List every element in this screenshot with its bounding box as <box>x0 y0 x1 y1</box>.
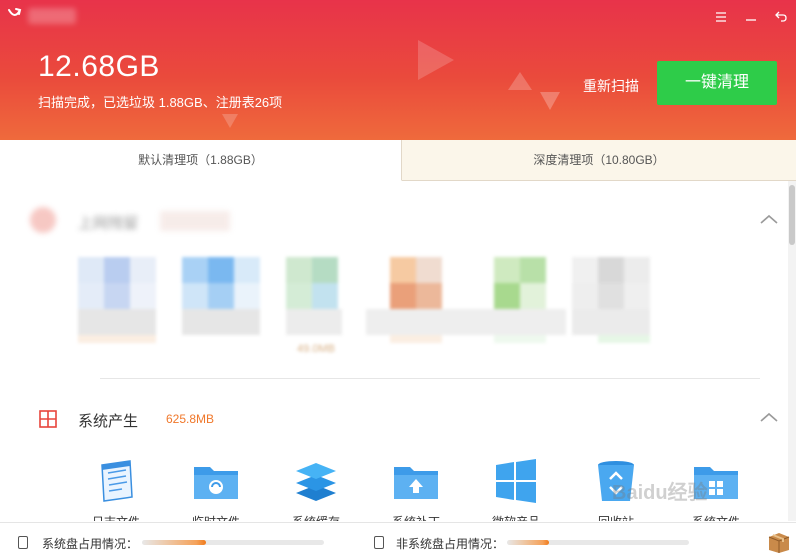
baidu-watermark: Baidu经验 <box>612 482 708 504</box>
window-controls <box>706 4 796 30</box>
blurred-item <box>78 257 158 361</box>
folder-icon <box>192 457 240 505</box>
blurred-item <box>182 257 262 361</box>
vertical-scrollbar[interactable] <box>788 181 796 521</box>
app-logo-icon <box>6 6 24 24</box>
item-label: 系统缓存 <box>266 513 366 521</box>
section-size: 625.8MB <box>166 412 215 426</box>
box-icon[interactable] <box>767 530 791 554</box>
rescan-link[interactable]: 重新扫描 <box>583 76 639 96</box>
clean-items-panel: 上网残留 49.0MB 系统产生 625.8MB <box>0 181 788 521</box>
item-label: 临时文件 <box>166 513 266 521</box>
layers-icon <box>292 457 340 505</box>
section-size-blurred <box>160 211 230 231</box>
collapse-chevron-icon[interactable] <box>758 409 780 427</box>
tab-deep-clean[interactable]: 深度清理项（10.80GB） <box>402 140 796 181</box>
system-disk-label: 系统盘占用情况： <box>42 537 139 551</box>
blurred-item: 49.0MB <box>286 257 366 361</box>
item-microsoft-products[interactable]: 微软产品 <box>466 455 566 521</box>
section-title: 上网残留 <box>78 215 139 232</box>
section-web-leftovers: 上网残留 <box>0 201 788 241</box>
one-click-clean-button[interactable]: 一键清理 <box>657 61 777 105</box>
blurred-item <box>494 257 574 361</box>
tab-default-clean[interactable]: 默认清理项（1.88GB） <box>0 140 402 181</box>
disk-status-bar: 系统盘占用情况： 非系统盘占用情况： <box>0 522 796 560</box>
collapse-chevron-icon[interactable] <box>758 211 780 229</box>
decor-triangle <box>540 92 560 110</box>
system-disk-usage-bar <box>142 540 324 545</box>
section-divider <box>100 378 760 379</box>
junk-total-size: 12.68GB <box>38 50 160 83</box>
menu-icon[interactable] <box>706 4 736 30</box>
header-banner: 12.68GB 扫描完成，已选垃圾 1.88GB、注册表26项 重新扫描 一键清… <box>0 0 796 140</box>
other-disk-label: 非系统盘占用情况： <box>396 537 505 551</box>
item-label: 系统补丁 <box>366 513 466 521</box>
section-system-generated: 系统产生 625.8MB <box>0 399 788 439</box>
item-label: 回收站 <box>566 513 666 521</box>
blurred-item <box>366 257 566 361</box>
other-disk-usage-fill <box>507 540 549 545</box>
item-temp-files[interactable]: 临时文件 <box>166 455 266 521</box>
decor-triangle <box>418 40 454 80</box>
minimize-icon[interactable] <box>736 4 766 30</box>
disk-icon <box>374 536 384 549</box>
blurred-item-size: 49.0MB <box>297 343 335 355</box>
clean-tabs: 默认清理项（1.88GB） 深度清理项（10.80GB） <box>0 140 796 181</box>
section-title: 系统产生 <box>78 413 139 430</box>
item-system-cache[interactable]: 系统缓存 <box>266 455 366 521</box>
notepad-icon <box>92 457 140 505</box>
blurred-items-row: 49.0MB <box>70 257 670 365</box>
item-label: 系统文件 <box>666 513 766 521</box>
item-log-files[interactable]: 日志文件 <box>66 455 166 521</box>
windows-icon <box>38 409 58 429</box>
decor-triangle <box>222 114 238 128</box>
globe-icon <box>30 207 56 233</box>
back-icon[interactable] <box>766 4 796 30</box>
other-disk-usage-bar <box>507 540 689 545</box>
scan-summary-text: 扫描完成，已选垃圾 1.88GB、注册表26项 <box>38 95 283 110</box>
blurred-item <box>572 257 652 361</box>
windows-logo-icon <box>492 457 540 505</box>
item-label: 微软产品 <box>466 513 566 521</box>
disk-icon <box>18 536 28 549</box>
scrollbar-thumb[interactable] <box>789 185 795 245</box>
decor-triangle <box>508 72 532 90</box>
folder-upload-icon <box>392 457 440 505</box>
item-system-patches[interactable]: 系统补丁 <box>366 455 466 521</box>
item-label: 日志文件 <box>66 513 166 521</box>
app-title <box>28 8 76 24</box>
system-disk-usage-fill <box>142 540 206 545</box>
